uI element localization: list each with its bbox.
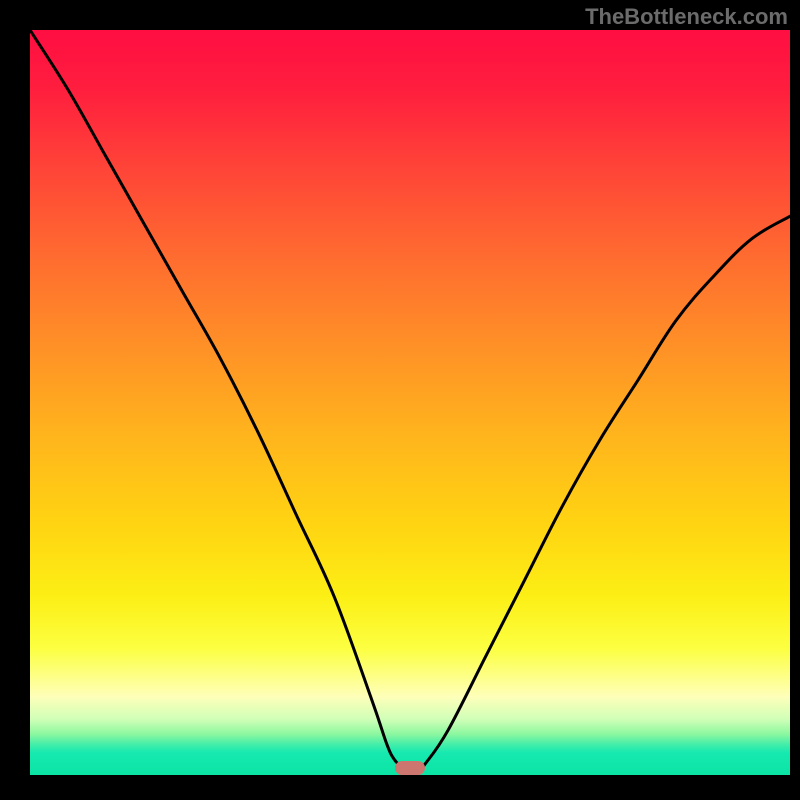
chart-container: TheBottleneck.com — [0, 0, 800, 800]
bottleneck-curve — [30, 30, 790, 772]
curve-layer — [30, 30, 790, 775]
watermark-label: TheBottleneck.com — [585, 4, 788, 30]
bottleneck-marker — [395, 761, 425, 775]
plot-area — [30, 30, 790, 775]
